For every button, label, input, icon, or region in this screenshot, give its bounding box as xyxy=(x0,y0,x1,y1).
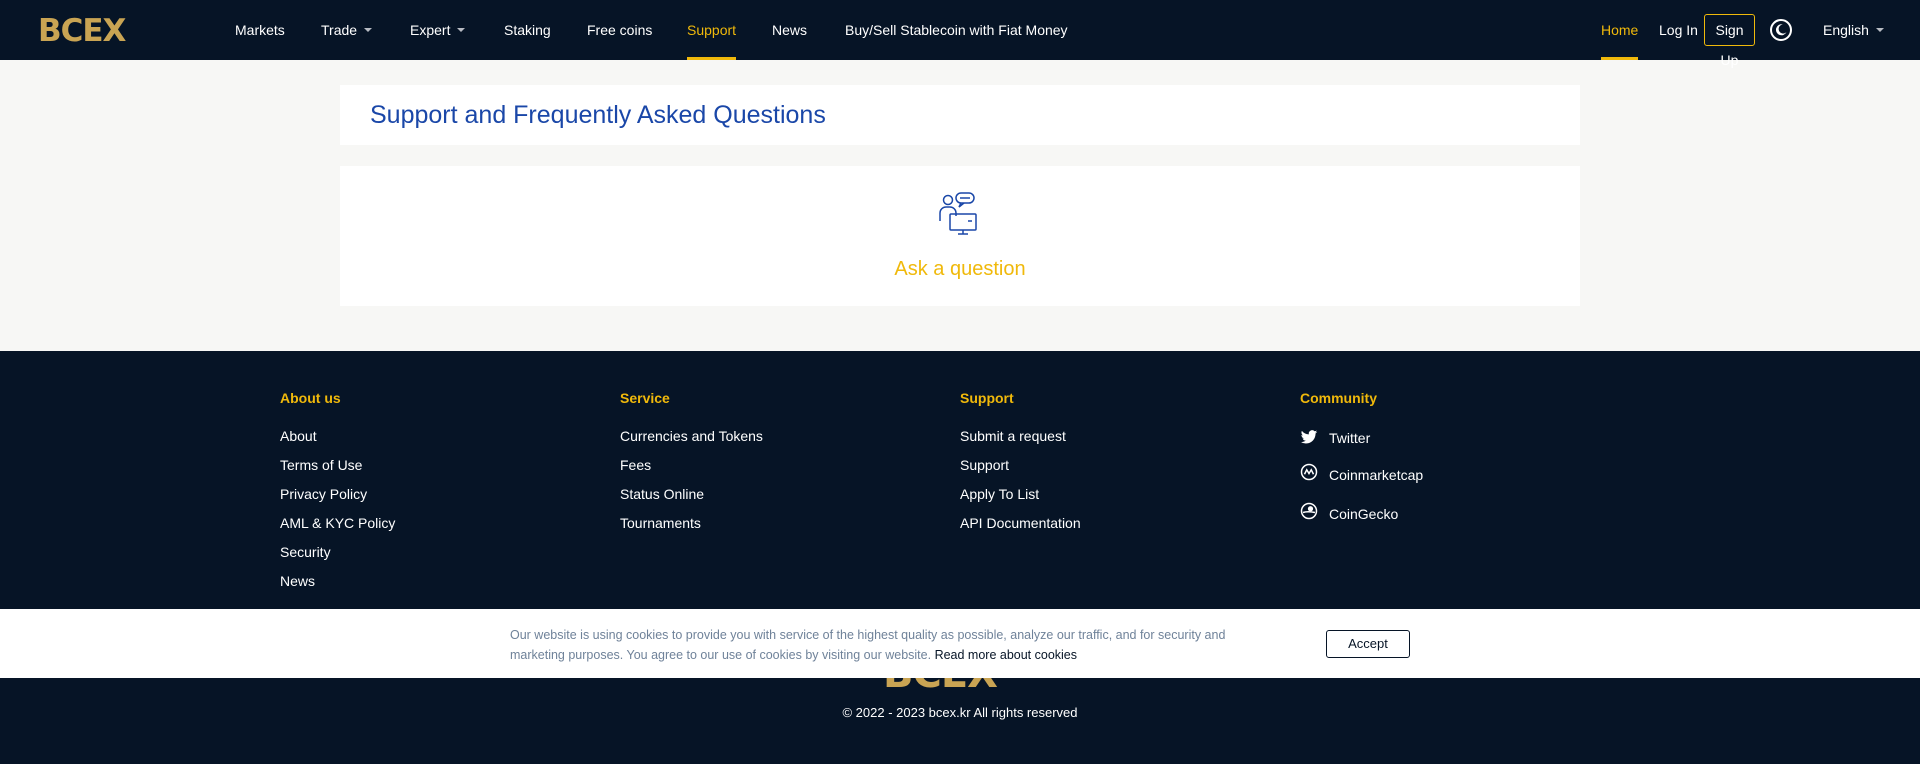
footer-col-title: Support xyxy=(960,390,1014,406)
footer-link-news[interactable]: News xyxy=(280,573,315,589)
ask-question-label: Ask a question xyxy=(894,258,1026,280)
nav-markets[interactable]: Markets xyxy=(235,0,285,60)
language-select[interactable]: English xyxy=(1823,0,1884,60)
footer-col-title: Service xyxy=(620,390,670,406)
nav-expert-label: Expert xyxy=(410,22,451,38)
chevron-down-icon xyxy=(457,28,466,33)
moon-icon[interactable] xyxy=(1770,19,1792,41)
title-card: Support and Frequently Asked Questions xyxy=(340,85,1580,145)
support-agent-icon xyxy=(939,192,977,235)
page-title: Support and Frequently Asked Questions xyxy=(370,101,826,129)
login-link[interactable]: Log In xyxy=(1659,0,1698,60)
footer-link-fees[interactable]: Fees xyxy=(620,457,651,473)
nav-buy-sell-stablecoin[interactable]: Buy/Sell Stablecoin with Fiat Money xyxy=(845,0,1068,60)
cookie-banner: Our website is using cookies to provide … xyxy=(0,609,1920,678)
footer-link-apply-to-list[interactable]: Apply To List xyxy=(960,486,1039,502)
nav-support[interactable]: Support xyxy=(687,0,737,60)
footer-col-service: Service Currencies and Tokens Fees Statu… xyxy=(620,390,763,531)
accept-cookies-button[interactable]: Accept xyxy=(1326,630,1410,658)
coinmarketcap-label: Coinmarketcap xyxy=(1329,467,1424,483)
footer-link-currencies[interactable]: Currencies and Tokens xyxy=(620,428,763,444)
footer-link-tournaments[interactable]: Tournaments xyxy=(620,515,701,531)
footer-link-coingecko[interactable]: CoinGecko xyxy=(1300,502,1500,524)
language-label: English xyxy=(1823,22,1869,38)
nav-expert[interactable]: Expert xyxy=(410,0,466,60)
chevron-down-icon xyxy=(1875,28,1884,33)
footer-link-api-docs[interactable]: API Documentation xyxy=(960,515,1081,531)
footer-link-support[interactable]: Support xyxy=(960,457,1009,473)
signup-button[interactable]: Sign Up xyxy=(1704,14,1755,68)
nav-news[interactable]: News xyxy=(772,0,807,60)
nav-trade[interactable]: Trade xyxy=(321,0,373,60)
nav-home[interactable]: Home xyxy=(1601,0,1639,60)
coinmarketcap-icon xyxy=(1300,463,1318,481)
footer-link-security[interactable]: Security xyxy=(280,544,331,560)
footer-link-about[interactable]: About xyxy=(280,428,317,444)
nav-trade-label: Trade xyxy=(321,22,358,38)
cookie-read-more-link[interactable]: Read more about cookies xyxy=(935,648,1077,662)
chevron-down-icon xyxy=(364,28,373,33)
footer-link-status[interactable]: Status Online xyxy=(620,486,704,502)
footer: About us About Terms of Use Privacy Poli… xyxy=(0,351,1920,764)
footer-col-about: About us About Terms of Use Privacy Poli… xyxy=(280,390,395,589)
copyright-text: © 2022 - 2023 bcex.kr All rights reserve… xyxy=(842,705,1078,720)
footer-link-submit-request[interactable]: Submit a request xyxy=(960,428,1066,444)
footer-link-coinmarketcap[interactable]: Coinmarketcap xyxy=(1300,463,1500,485)
footer-link-terms[interactable]: Terms of Use xyxy=(280,457,362,473)
footer-link-twitter[interactable]: Twitter xyxy=(1300,428,1500,450)
coingecko-label: CoinGecko xyxy=(1329,506,1399,522)
footer-link-aml-kyc[interactable]: AML & KYC Policy xyxy=(280,515,395,531)
footer-col-community: Community Twitter Coinmarketcap CoinGeck… xyxy=(1300,390,1500,522)
footer-col-title: About us xyxy=(280,390,341,406)
footer-col-support: Support Submit a request Support Apply T… xyxy=(960,390,1081,531)
footer-col-title: Community xyxy=(1300,390,1377,406)
twitter-icon xyxy=(1300,430,1318,444)
logo[interactable]: BCEX xyxy=(38,13,126,49)
cookie-message: Our website is using cookies to provide … xyxy=(510,625,1270,665)
ask-question-card[interactable]: Ask a question xyxy=(340,166,1580,306)
footer-link-privacy[interactable]: Privacy Policy xyxy=(280,486,367,502)
nav-free-coins[interactable]: Free coins xyxy=(587,0,652,60)
top-header: BCEX Markets Trade Expert Staking Free c… xyxy=(0,0,1920,68)
nav-staking[interactable]: Staking xyxy=(504,0,551,60)
cookie-text: Our website is using cookies to provide … xyxy=(510,628,1226,662)
coingecko-icon xyxy=(1300,502,1318,520)
twitter-label: Twitter xyxy=(1329,430,1371,446)
